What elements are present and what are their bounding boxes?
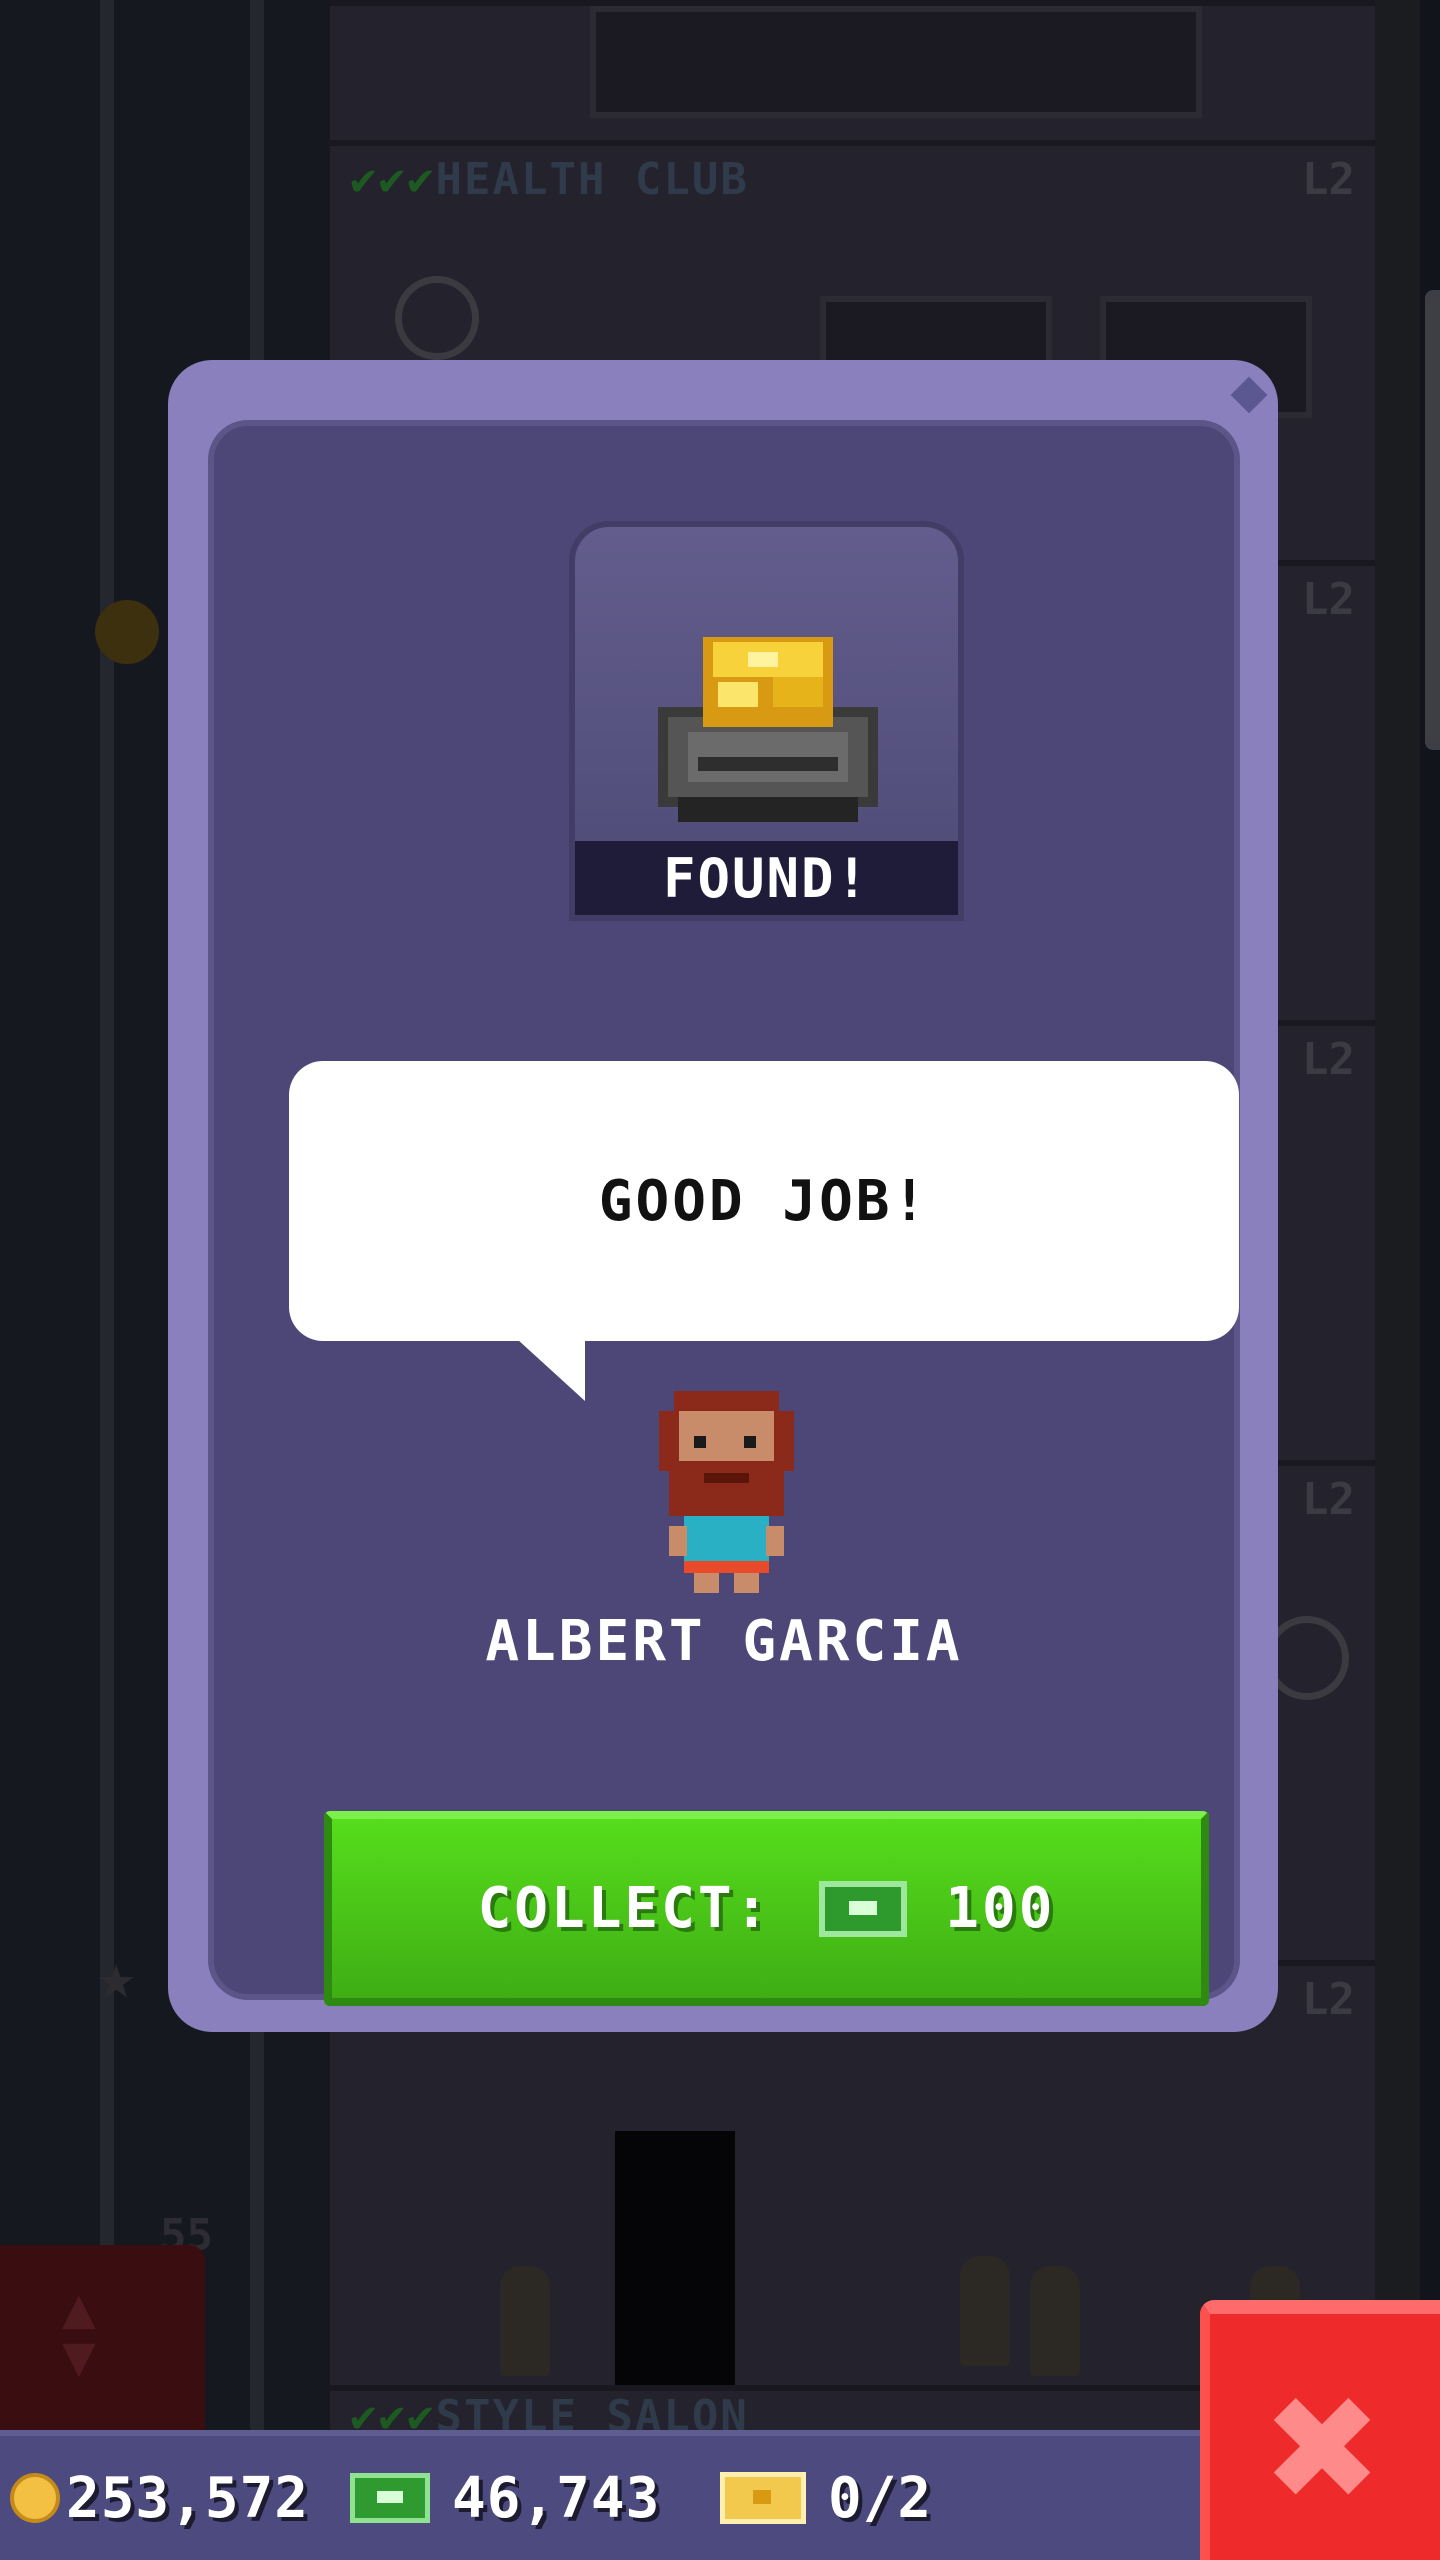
- star-icon: ★: [97, 1940, 136, 2014]
- tickets-display[interactable]: 0/2: [720, 2436, 932, 2560]
- golden-ticket-icon: [720, 2472, 806, 2524]
- tenant: [960, 2256, 1010, 2366]
- bux-display[interactable]: 46,743: [350, 2436, 660, 2560]
- collect-label: COLLECT:: [477, 1876, 772, 1941]
- status-label: FOUND!: [575, 841, 958, 915]
- floor-level: L2: [1302, 154, 1355, 205]
- coin-icon: [95, 600, 159, 664]
- tenant: [1030, 2266, 1080, 2376]
- speech-text: GOOD JOB!: [598, 1168, 930, 1234]
- speech-bubble: GOOD JOB!: [289, 1061, 1239, 1401]
- collect-amount: 100: [945, 1876, 1056, 1941]
- coins-display[interactable]: 253,572: [10, 2436, 309, 2560]
- dialog-body: FOUND! GOOD JOB! ALBERT GARCIA COLLECT:: [208, 420, 1240, 2006]
- found-item-dialog: FOUND! GOOD JOB! ALBERT GARCIA COLLECT:: [168, 360, 1278, 2032]
- floor-name: ✔✔✔HEALTH CLUB: [350, 154, 749, 205]
- coin-icon: [10, 2473, 60, 2523]
- scroll-track: [1375, 0, 1420, 2430]
- floor-level: L2: [1302, 1974, 1355, 2025]
- found-item-card: FOUND!: [569, 521, 964, 921]
- bux-value: 46,743: [452, 2465, 661, 2531]
- bux-icon: [350, 2473, 430, 2523]
- floor-level: L2: [1302, 574, 1355, 625]
- collect-button[interactable]: COLLECT: 100: [324, 1811, 1209, 2006]
- bux-icon: [819, 1880, 908, 1937]
- coins-value: 253,572: [66, 2465, 310, 2531]
- scrollbar-thumb[interactable]: [1425, 290, 1440, 750]
- close-button[interactable]: ✖: [1200, 2300, 1440, 2560]
- floor-top: [330, 0, 1375, 146]
- up-down-arrows-icon: ▲ ▼: [62, 2276, 96, 2389]
- speech-tail: [517, 1339, 585, 1401]
- shaft-cable: [100, 0, 114, 2430]
- corner-decoration: [1230, 376, 1268, 414]
- floor-room: [590, 6, 1202, 118]
- clock-icon: [395, 276, 479, 360]
- tickets-value: 0/2: [828, 2465, 933, 2531]
- character-name: ALBERT GARCIA: [485, 1609, 963, 1674]
- gold-ingot-icon: [658, 637, 878, 822]
- close-icon: ✖: [1267, 2336, 1383, 2557]
- floor-level: L2: [1302, 1474, 1355, 1525]
- tenant: [500, 2266, 550, 2376]
- floor-door: [615, 2131, 735, 2396]
- character-avatar: [659, 1391, 794, 1593]
- elevator-button[interactable]: ▲ ▼: [0, 2245, 205, 2430]
- floor-level: L2: [1302, 1034, 1355, 1085]
